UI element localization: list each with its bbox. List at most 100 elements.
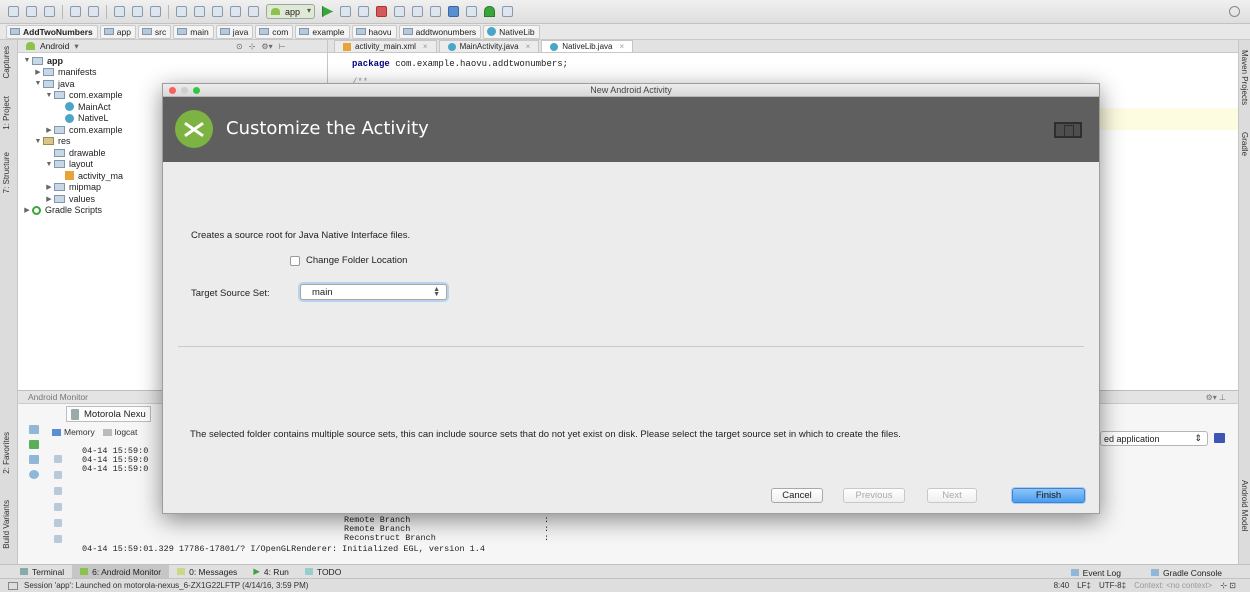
device-selector[interactable]: Motorola Nexu (66, 406, 151, 422)
tab-todo[interactable]: TODO (297, 565, 349, 578)
sync-scroll-icon[interactable]: ⊙ (236, 42, 243, 51)
find-icon[interactable] (176, 6, 187, 17)
project-view-selector[interactable]: Android ▾ ⊙ ⊹ ⚙▾ ⊢ (18, 40, 327, 53)
redo-icon[interactable] (88, 6, 99, 17)
restart-icon[interactable] (54, 535, 62, 543)
avd-manager-icon[interactable] (448, 6, 460, 17)
tab-activity-main-xml[interactable]: activity_main.xml × (334, 40, 437, 52)
breadcrumb-item[interactable]: NativeLib (483, 24, 540, 39)
next-button[interactable]: Next (927, 488, 977, 503)
breadcrumb-item[interactable]: com (255, 24, 294, 39)
sync-icon[interactable] (44, 6, 55, 17)
monitor-settings-icon[interactable]: ⚙▾ ⊥ (1206, 393, 1226, 402)
finish-button[interactable]: Finish (1012, 488, 1085, 503)
tree-item[interactable]: ▼ app (18, 55, 327, 67)
edit-filter-icon[interactable] (1214, 433, 1225, 443)
make-project-icon[interactable] (248, 6, 259, 17)
search-everywhere-icon[interactable] (1229, 6, 1240, 17)
tool-tab-android-model[interactable]: Android Model (1240, 480, 1249, 532)
close-icon[interactable]: × (526, 42, 531, 51)
system-info-icon[interactable] (29, 470, 39, 479)
up-icon[interactable] (54, 487, 62, 495)
tab-run[interactable]: ▶ 4: Run (245, 565, 297, 578)
save-all-icon[interactable] (26, 6, 37, 17)
attach-debugger-icon[interactable] (394, 6, 406, 17)
copy-icon[interactable] (132, 6, 143, 17)
android-device-monitor-icon[interactable] (484, 6, 496, 17)
cancel-button[interactable]: Cancel (771, 488, 823, 503)
expanded-arrow-icon[interactable]: ▼ (33, 80, 43, 87)
toggle-tool-windows-icon[interactable] (8, 581, 18, 590)
run-icon[interactable] (322, 6, 334, 17)
wrap-icon[interactable] (54, 519, 62, 527)
tool-tab-project[interactable]: 1: Project (2, 96, 11, 130)
screenshot-icon[interactable] (29, 440, 39, 449)
expanded-arrow-icon[interactable]: ▼ (22, 57, 32, 64)
breadcrumb-item[interactable]: example (295, 24, 350, 39)
project-structure-icon[interactable] (412, 6, 424, 17)
debug-icon[interactable] (340, 6, 352, 17)
breadcrumb-item[interactable]: haovu (351, 24, 397, 39)
tool-tab-maven-projects[interactable]: Maven Projects (1240, 50, 1249, 105)
caret-position[interactable]: 8:40 (1054, 581, 1070, 590)
sdk-manager-icon[interactable] (466, 6, 478, 17)
change-folder-location-option[interactable]: Change Folder Location (290, 255, 407, 266)
breadcrumb-item[interactable]: src (137, 24, 172, 39)
tool-tab-build-variants[interactable]: Build Variants (2, 500, 11, 549)
collapsed-arrow-icon[interactable]: ▶ (22, 206, 32, 214)
line-separator[interactable]: LF‡ (1077, 581, 1091, 590)
logcat-filter-dropdown[interactable]: ed application ⇕ (1100, 431, 1208, 446)
expanded-arrow-icon[interactable]: ▼ (44, 161, 54, 168)
tool-tab-captures[interactable]: Captures (2, 46, 11, 78)
tool-tab-favorites[interactable]: 2: Favorites (2, 432, 11, 474)
breadcrumb-item[interactable]: addtwonumbers (398, 24, 482, 39)
close-icon[interactable]: × (423, 42, 428, 51)
back-icon[interactable] (212, 6, 223, 17)
tree-item[interactable]: ▶ manifests (18, 67, 327, 79)
lock-icon[interactable]: ⊹ ⊡ (1220, 581, 1236, 590)
replace-icon[interactable] (194, 6, 205, 17)
close-icon[interactable]: × (619, 42, 624, 51)
expanded-arrow-icon[interactable]: ▼ (33, 138, 43, 145)
forward-icon[interactable] (230, 6, 241, 17)
tab-nativelib-java[interactable]: NativeLib.java × (541, 40, 634, 52)
run-configuration-dropdown[interactable]: app (266, 4, 316, 19)
clear-log-icon[interactable] (54, 455, 62, 463)
coverage-icon[interactable] (358, 6, 370, 17)
breadcrumb-item[interactable]: AddTwoNumbers (6, 24, 98, 39)
tab-terminal[interactable]: Terminal (12, 565, 72, 578)
tab-android-monitor[interactable]: 6: Android Monitor (72, 565, 170, 578)
expanded-arrow-icon[interactable]: ▼ (44, 92, 54, 99)
tool-tab-gradle[interactable]: Gradle (1240, 132, 1249, 156)
breadcrumb-item[interactable]: main (173, 24, 214, 39)
file-encoding[interactable]: UTF-8‡ (1099, 581, 1126, 590)
open-folder-icon[interactable] (8, 6, 19, 17)
undo-icon[interactable] (70, 6, 81, 17)
collapsed-arrow-icon[interactable]: ▶ (44, 183, 54, 191)
cut-icon[interactable] (114, 6, 125, 17)
collapsed-arrow-icon[interactable]: ▶ (33, 68, 43, 76)
tab-logcat[interactable]: logcat (102, 427, 137, 437)
hide-icon[interactable]: ⊢ (279, 42, 286, 51)
tool-tab-structure[interactable]: 7: Structure (2, 152, 11, 193)
scroll-end-icon[interactable] (54, 471, 62, 479)
tab-messages[interactable]: 0: Messages (169, 565, 245, 578)
change-folder-location-checkbox[interactable] (290, 255, 300, 266)
breadcrumb-item[interactable]: java (215, 24, 254, 39)
tab-memory[interactable]: Memory (52, 427, 95, 437)
collapse-icon[interactable]: ⊹ (249, 42, 256, 51)
gradle-sync-icon[interactable] (430, 6, 442, 17)
gear-icon[interactable]: ⚙▾ (261, 42, 272, 51)
down-icon[interactable] (54, 503, 62, 511)
code-editor[interactable]: package com.example.haovu.addtwonumbers;… (328, 53, 1238, 87)
breadcrumb-item[interactable]: app (99, 24, 136, 39)
record-icon[interactable] (29, 455, 39, 464)
monitor-tool-icon[interactable] (29, 425, 39, 434)
help-icon[interactable] (502, 6, 514, 17)
tab-mainactivity-java[interactable]: MainActivity.java × (438, 40, 540, 52)
previous-button[interactable]: Previous (843, 488, 905, 503)
stop-icon[interactable] (376, 6, 388, 17)
collapsed-arrow-icon[interactable]: ▶ (44, 195, 54, 203)
paste-icon[interactable] (150, 6, 161, 17)
target-source-set-select[interactable]: main ▲ ▼ (300, 284, 447, 300)
